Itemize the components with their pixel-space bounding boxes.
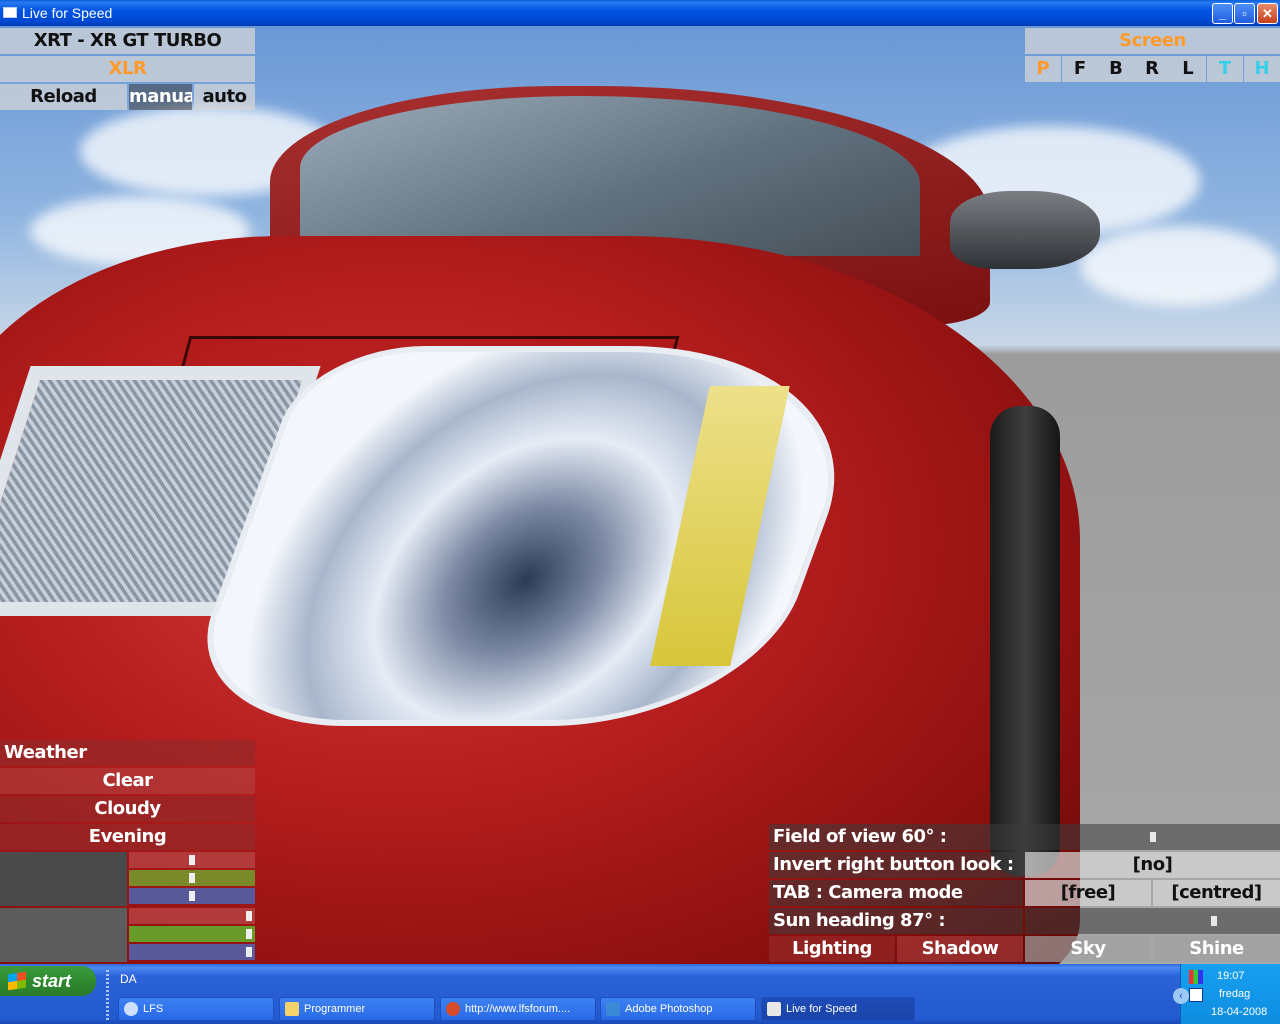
- browser-icon: [446, 1002, 460, 1016]
- task-lfs[interactable]: LFS: [118, 997, 274, 1021]
- clock-date: 18-04-2008: [1211, 1006, 1268, 1018]
- sun-heading-label: Sun heading 87° :: [769, 908, 1023, 934]
- screen-letter-f[interactable]: F: [1062, 56, 1098, 82]
- car-tire: [990, 406, 1060, 876]
- screen-letter-h[interactable]: H: [1244, 56, 1280, 82]
- color-slider[interactable]: [129, 926, 255, 942]
- tab-lighting[interactable]: Lighting: [769, 936, 895, 962]
- auto-button[interactable]: auto: [194, 84, 255, 110]
- sun-heading-slider-handle[interactable]: [1210, 916, 1217, 926]
- weather-cloudy-button[interactable]: Cloudy: [0, 796, 255, 822]
- restore-button[interactable]: ▫: [1234, 3, 1255, 24]
- task-label: Live for Speed: [786, 1003, 857, 1015]
- weather-clear-button[interactable]: Clear: [0, 768, 255, 794]
- minimize-button[interactable]: _: [1212, 3, 1233, 24]
- start-label: start: [32, 971, 72, 991]
- color-slider-handle[interactable]: [245, 911, 252, 921]
- tray-expand-icon[interactable]: ‹: [1173, 988, 1189, 1004]
- system-tray: ‹ 19:07 fredag 18-04-2008: [1173, 964, 1280, 1024]
- photoshop-icon: [606, 1002, 620, 1016]
- task-label: Adobe Photoshop: [625, 1003, 713, 1015]
- weather-header: Weather: [0, 740, 255, 766]
- color-slider[interactable]: [129, 944, 255, 960]
- reload-button[interactable]: Reload: [0, 84, 127, 110]
- invert-label: Invert right button look :: [769, 852, 1023, 878]
- color-preview-1: [0, 852, 127, 906]
- task-label: LFS: [143, 1003, 164, 1015]
- color-slider-handle[interactable]: [245, 929, 252, 939]
- screen-letter-r[interactable]: R: [1134, 56, 1170, 82]
- color-slider[interactable]: [129, 870, 255, 886]
- screen-label: Screen: [1025, 28, 1280, 54]
- invert-toggle[interactable]: [no]: [1025, 852, 1280, 878]
- help-icon: [124, 1002, 138, 1016]
- media-player-icon[interactable]: [1189, 988, 1203, 1002]
- camera-mode-free-button[interactable]: [free]: [1025, 880, 1151, 906]
- task-programmer[interactable]: Programmer: [279, 997, 435, 1021]
- color-slider-handle[interactable]: [189, 855, 195, 865]
- network-meter-icon[interactable]: [1189, 970, 1203, 984]
- car-code-button[interactable]: XLR: [0, 56, 255, 82]
- fov-slider[interactable]: [1025, 824, 1280, 850]
- color-slider[interactable]: [129, 908, 255, 924]
- manual-button[interactable]: manual: [129, 84, 192, 110]
- screen-letter-t[interactable]: T: [1207, 56, 1243, 82]
- task-label: Programmer: [304, 1003, 366, 1015]
- screen-letter-l[interactable]: L: [1170, 56, 1206, 82]
- fov-slider-handle[interactable]: [1149, 832, 1156, 842]
- taskbar-grip[interactable]: [106, 970, 109, 1020]
- folder-icon: [285, 1002, 299, 1016]
- screen-letter-p[interactable]: P: [1025, 56, 1061, 82]
- cloud: [1080, 226, 1280, 306]
- task-photoshop[interactable]: Adobe Photoshop: [600, 997, 756, 1021]
- window-titlebar: Live for Speed _ ▫ ✕: [0, 0, 1280, 26]
- car-mirror: [950, 191, 1100, 269]
- color-slider-handle[interactable]: [189, 891, 195, 901]
- color-slider-handle[interactable]: [189, 873, 195, 883]
- task-browser[interactable]: http://www.lfsforum....: [440, 997, 596, 1021]
- lfs-icon: [767, 1002, 781, 1016]
- task-label: http://www.lfsforum....: [465, 1003, 571, 1015]
- window-title: Live for Speed: [22, 5, 113, 21]
- color-slider[interactable]: [129, 888, 255, 904]
- weather-evening-button[interactable]: Evening: [0, 824, 255, 850]
- color-slider[interactable]: [129, 852, 255, 868]
- fov-label: Field of view 60° :: [769, 824, 1023, 850]
- color-preview-2: [0, 908, 127, 962]
- app-icon: [3, 7, 17, 18]
- clock-time[interactable]: 19:07: [1217, 970, 1245, 982]
- windows-logo-icon: [8, 971, 26, 991]
- color-slider-handle[interactable]: [245, 947, 252, 957]
- screen-letter-b[interactable]: B: [1098, 56, 1134, 82]
- camera-mode-centred-button[interactable]: [centred]: [1153, 880, 1280, 906]
- car-name-label: XRT - XR GT TURBO: [0, 28, 255, 54]
- tab-sky[interactable]: Sky: [1025, 936, 1151, 962]
- task-live-for-speed[interactable]: Live for Speed: [761, 997, 915, 1021]
- start-button[interactable]: start: [0, 966, 96, 996]
- camera-mode-label: TAB : Camera mode: [769, 880, 1023, 906]
- tab-shadow[interactable]: Shadow: [897, 936, 1023, 962]
- taskbar: start DA LFS Programmer http://www.lfsfo…: [0, 964, 1280, 1024]
- sun-heading-slider[interactable]: [1025, 908, 1280, 934]
- close-button[interactable]: ✕: [1257, 3, 1278, 24]
- clock-day: fredag: [1219, 988, 1251, 1000]
- tab-shine[interactable]: Shine: [1153, 936, 1280, 962]
- quicklaunch-label: DA: [120, 972, 137, 986]
